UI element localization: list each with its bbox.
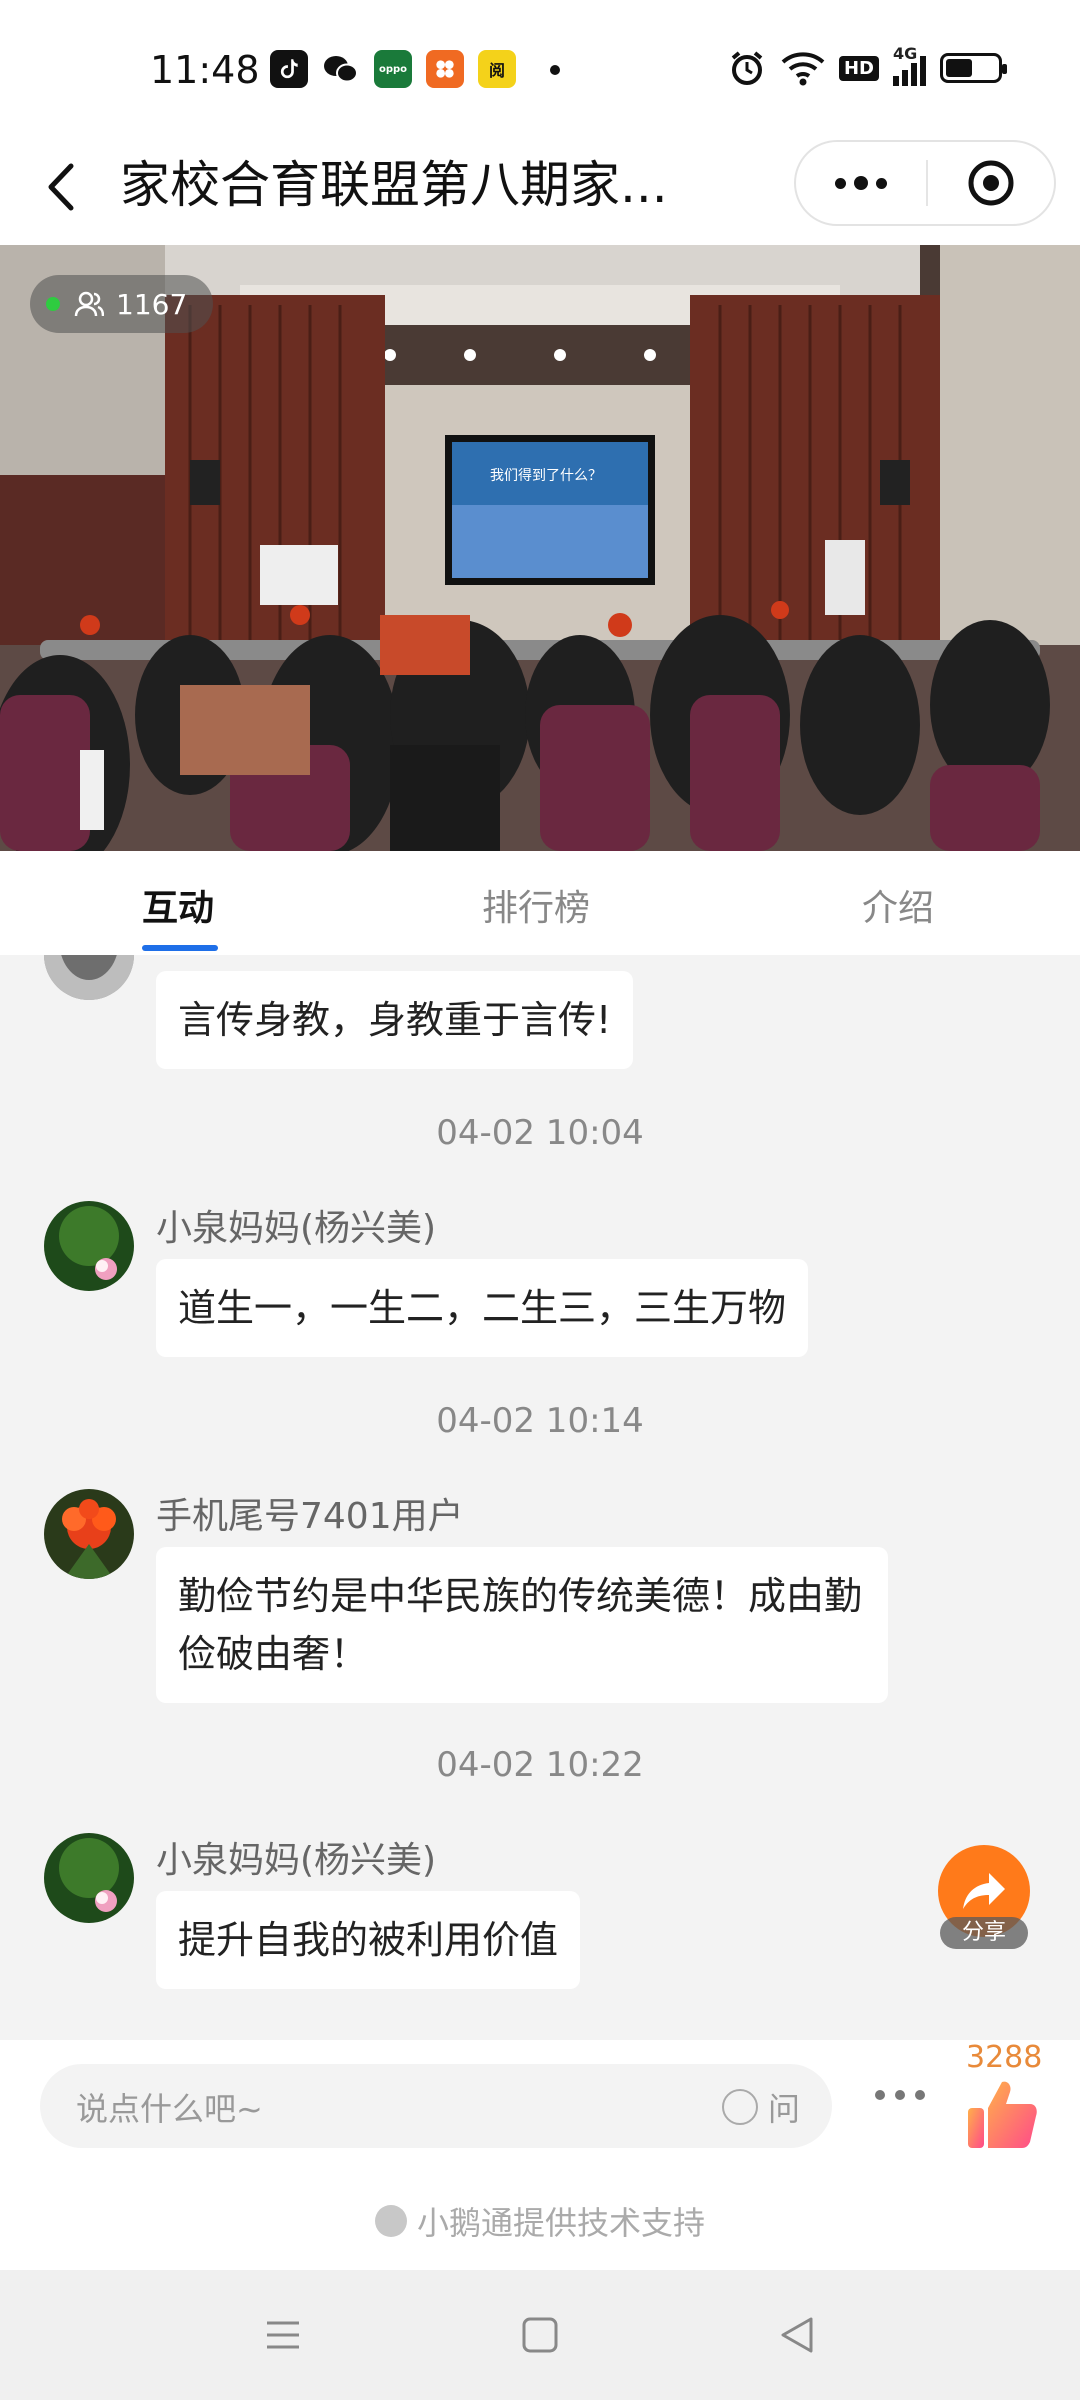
- viewer-count-badge: 1167: [30, 275, 214, 333]
- page-title: 家校合育联盟第八期家...: [120, 156, 668, 214]
- more-options-button[interactable]: [870, 2080, 930, 2110]
- conference-hall-scene: 我们得到了什么？: [0, 245, 1080, 851]
- like-count: 3288: [966, 2040, 1043, 2075]
- message-bubble: 道生一，一生二，二生三，三生万物: [156, 1259, 809, 1357]
- sender-name: 小泉妈妈(杨兴美): [156, 1840, 437, 1881]
- share-label: 分享: [940, 1917, 1028, 1949]
- alarm-icon: [731, 51, 763, 85]
- viewer-count: 1167: [116, 287, 188, 321]
- home-button[interactable]: [515, 2310, 565, 2360]
- wechat-icon: [322, 50, 360, 88]
- active-tab-indicator: [142, 945, 218, 951]
- xiaoe-logo-icon: [374, 2205, 407, 2237]
- avatar[interactable]: [44, 1201, 134, 1291]
- message-bubble: 提升自我的被利用价值: [156, 1891, 581, 1989]
- target-close-icon: [968, 160, 1014, 206]
- chat-list[interactable]: 言传身教，身教重于言传! 04-02 10:04 小泉妈妈(杨兴美) 道生一，一…: [0, 955, 1080, 2040]
- powered-by: 小鹅通提供技术支持: [0, 2198, 1080, 2244]
- sender-name: 小泉妈妈(杨兴美): [156, 1208, 437, 1249]
- chevron-left-icon: [48, 163, 74, 211]
- app-orange-icon: [426, 50, 464, 88]
- oppo-icon: oppo: [374, 50, 412, 88]
- message-bubble: 言传身教，身教重于言传!: [156, 971, 634, 1069]
- battery-icon: [940, 53, 1007, 83]
- live-status-dot: [46, 297, 60, 311]
- triangle-back-icon: [781, 2317, 813, 2353]
- menu-icon: [267, 2321, 299, 2349]
- avatar[interactable]: [44, 1833, 134, 1923]
- thumbs-up-icon: [968, 2081, 1037, 2148]
- back-button[interactable]: [30, 152, 90, 222]
- menu-button[interactable]: [258, 2310, 308, 2360]
- question-label: 问: [767, 2090, 800, 2128]
- svg-text:我们得到了什么？: 我们得到了什么？: [490, 467, 602, 484]
- like-button[interactable]: [964, 2076, 1040, 2154]
- question-toggle[interactable]: 问: [721, 2084, 800, 2130]
- more-dots-icon[interactable]: [796, 142, 926, 224]
- input-bar: 说点什么吧~ 问 3288 小鹅通提供技术支持: [0, 2040, 1080, 2270]
- message-timestamp: 04-02 10:04: [436, 1113, 644, 1153]
- nav-bar: 家校合育联盟第八期家...: [0, 130, 1080, 245]
- square-home-icon: [522, 2317, 558, 2353]
- tab-ranking[interactable]: 排行榜: [482, 879, 590, 931]
- tab-introduction[interactable]: 介绍: [862, 879, 934, 931]
- tab-bar: 互动 排行榜 介绍: [0, 851, 1080, 955]
- share-button[interactable]: 分享: [938, 1845, 1030, 1949]
- more-notifications-dot: [550, 65, 560, 75]
- comment-input[interactable]: 说点什么吧~ 问: [40, 2064, 832, 2148]
- message-bubble: 勤俭节约是中华民族的传统美德！成由勤俭破由奢！: [156, 1547, 888, 1703]
- close-mini-program-button[interactable]: [928, 142, 1054, 224]
- people-icon: [74, 291, 104, 317]
- status-bar: 11:48 oppo 阅 HD 4G: [0, 0, 1080, 130]
- comment-placeholder: 说点什么吧~: [76, 2090, 263, 2128]
- radio-circle-icon: [721, 2089, 758, 2125]
- status-indicators: HD 4G: [727, 44, 1007, 88]
- live-video-player[interactable]: 我们得到了什么？ 1167: [0, 245, 1080, 851]
- signal-icon: 4G: [893, 44, 926, 86]
- powered-by-text: 小鹅通提供技术支持: [416, 2204, 705, 2242]
- tab-interaction[interactable]: 互动: [142, 879, 214, 931]
- back-nav-button[interactable]: [772, 2310, 822, 2360]
- sender-name: 手机尾号7401用户: [156, 1496, 464, 1537]
- system-nav-bar: [0, 2270, 1080, 2400]
- mini-program-capsule: [794, 140, 1056, 226]
- status-time: 11:48: [150, 48, 260, 92]
- reader-icon: 阅: [478, 50, 516, 88]
- hd-icon: HD: [838, 55, 879, 81]
- avatar[interactable]: [44, 1489, 134, 1579]
- avatar[interactable]: [44, 955, 134, 1000]
- wifi-icon: [781, 52, 825, 86]
- message-timestamp: 04-02 10:22: [436, 1745, 644, 1785]
- message-timestamp: 04-02 10:14: [436, 1401, 644, 1441]
- tiktok-icon: [270, 50, 308, 88]
